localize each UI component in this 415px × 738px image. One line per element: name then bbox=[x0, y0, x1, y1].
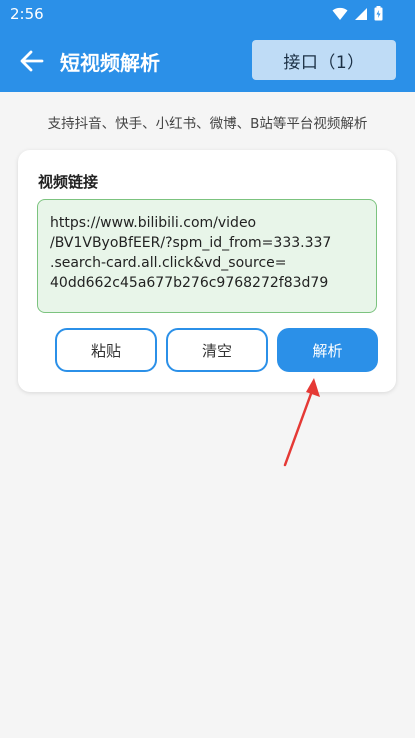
status-icons bbox=[332, 6, 383, 21]
app-bar: 短视频解析 接口（1） bbox=[0, 30, 415, 92]
page-title: 短视频解析 bbox=[60, 51, 160, 75]
interface-select-button[interactable]: 接口（1） bbox=[252, 40, 396, 80]
link-card: 视频链接 https://www.bilibili.com/video /BV1… bbox=[18, 150, 396, 392]
video-link-input[interactable]: https://www.bilibili.com/video /BV1VByoB… bbox=[37, 199, 377, 313]
clear-button[interactable]: 清空 bbox=[166, 328, 268, 372]
back-arrow-icon[interactable] bbox=[18, 47, 46, 75]
supported-platforms-text: 支持抖音、快手、小红书、微博、B站等平台视频解析 bbox=[47, 116, 368, 132]
battery-icon bbox=[374, 6, 383, 21]
signal-icon bbox=[355, 7, 367, 20]
video-link-label: 视频链接 bbox=[38, 173, 99, 191]
status-time: 2:56 bbox=[10, 5, 44, 23]
parse-button[interactable]: 解析 bbox=[277, 328, 378, 372]
wifi-icon bbox=[332, 7, 348, 20]
paste-button[interactable]: 粘贴 bbox=[55, 328, 157, 372]
status-bar: 2:56 bbox=[0, 0, 415, 30]
